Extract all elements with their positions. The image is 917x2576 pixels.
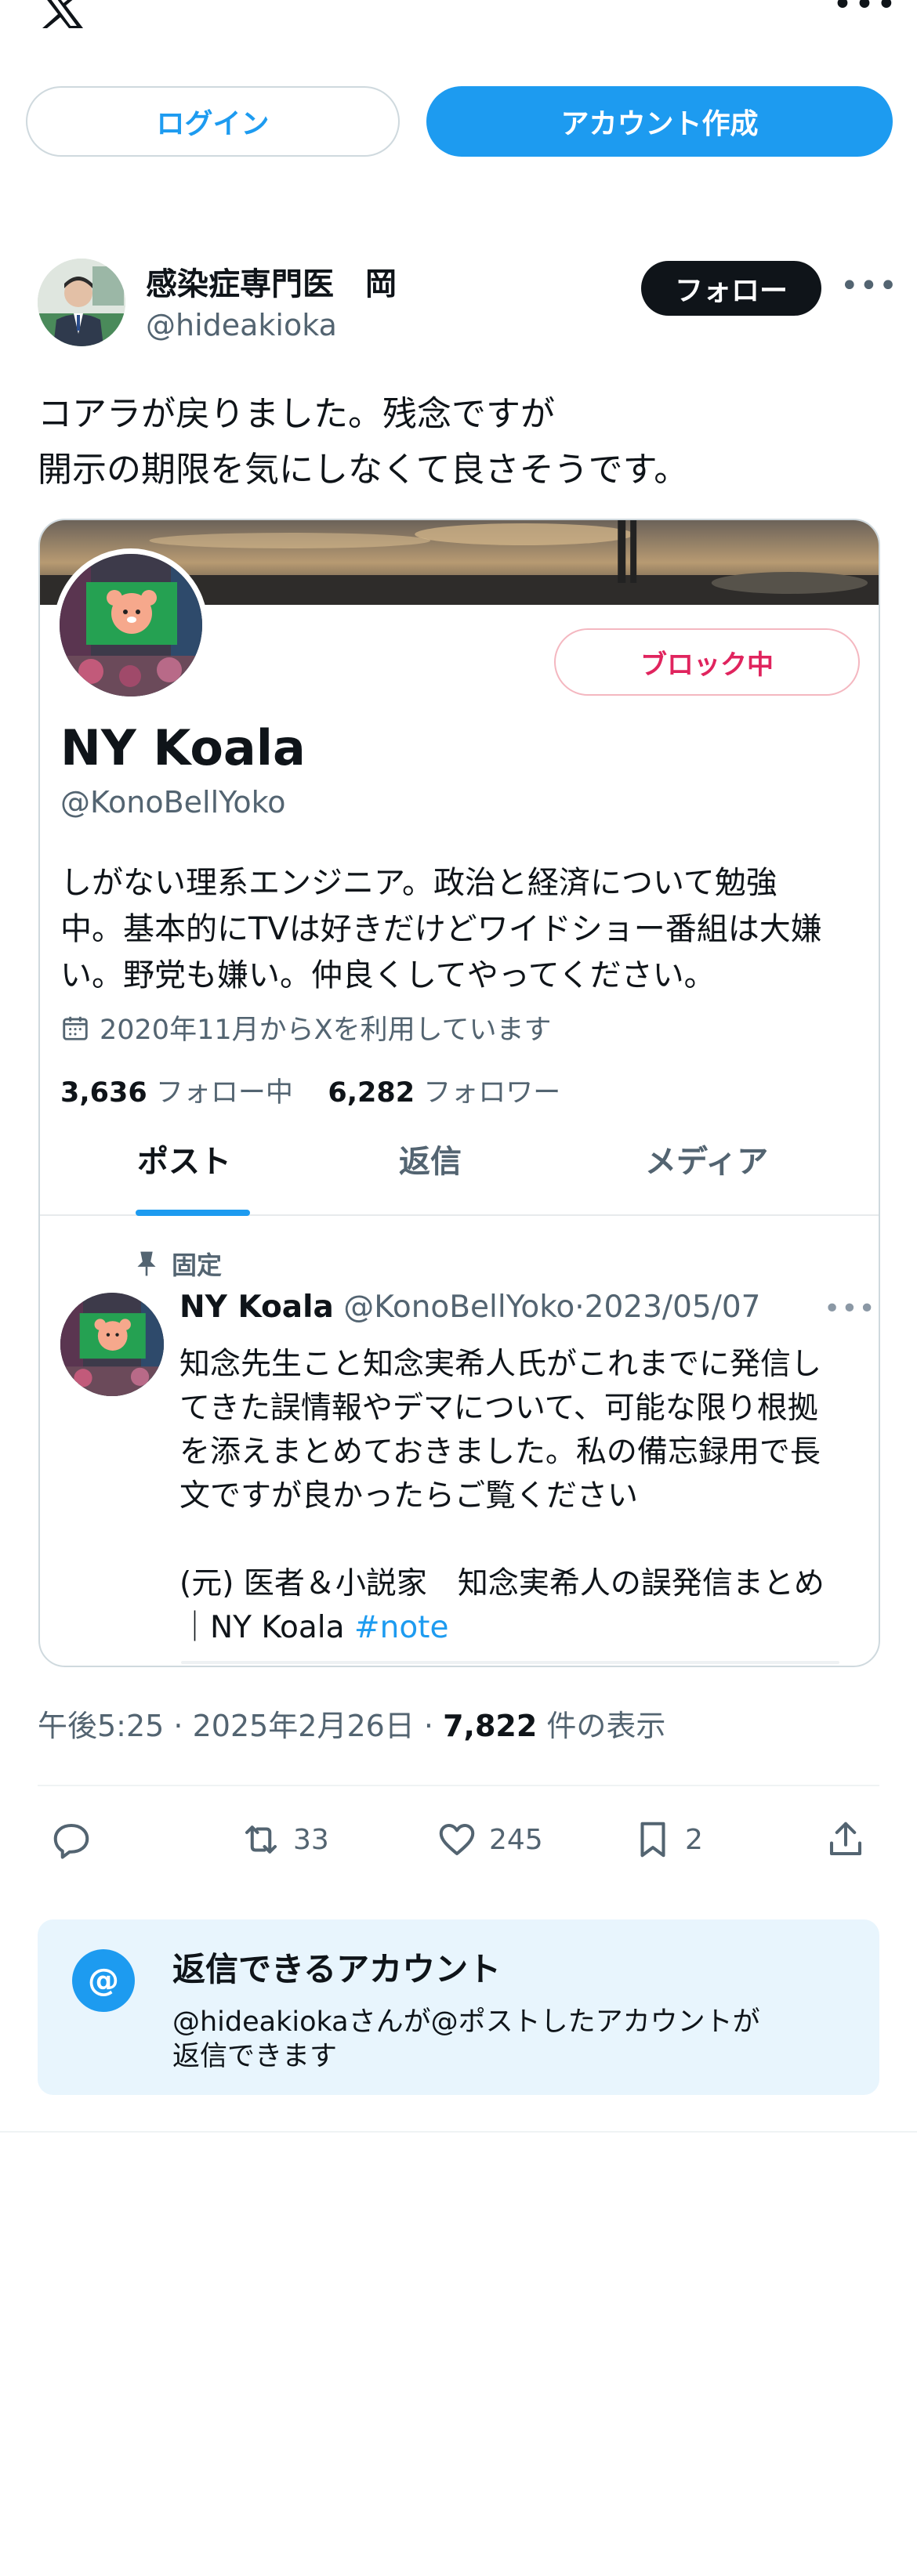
tweet-date[interactable]: 2025年2月26日 xyxy=(193,1709,415,1743)
joined-text: 2020年11月からXを利用しています xyxy=(100,1015,552,1046)
reply-restriction-title: 返信できるアカウント xyxy=(172,1950,502,1988)
reply-restriction-notice: @ 返信できるアカウント @hideakiokaさんが@ポストしたアカウントが … xyxy=(38,1919,879,2095)
divider xyxy=(0,2131,917,2133)
author-avatar[interactable] xyxy=(38,259,125,346)
reply-icon xyxy=(53,1823,89,1859)
blocked-button[interactable]: ブロック中 xyxy=(554,628,860,696)
post-header: NY Koala @KonoBellYoko·2023/05/07 xyxy=(179,1290,761,1325)
active-tab-indicator xyxy=(136,1210,250,1216)
followers-link[interactable]: 6,282 フォロワー xyxy=(328,1077,560,1109)
profile-bio-line: い。野党も嫌い。仲良くしてやってください。 xyxy=(60,957,716,993)
koala-avatar[interactable] xyxy=(54,548,208,702)
tweet-text-line: コアラが戻りました。残念ですが xyxy=(38,394,555,434)
post-text-line: てきた誤情報やデマについて、可能な限り根拠 xyxy=(179,1391,818,1426)
retweet-icon xyxy=(245,1825,277,1854)
following-link[interactable]: 3,636 フォロー中 xyxy=(60,1077,293,1109)
heart-icon xyxy=(439,1823,475,1856)
post-text-line: (元) 医者＆小説家 知念実希人の誤発信まとめ xyxy=(179,1566,825,1601)
like-button[interactable]: 245 xyxy=(436,1816,543,1863)
author-handle[interactable]: @hideakioka xyxy=(146,308,337,342)
post-text-line: ｜NY Koala #note xyxy=(179,1610,449,1645)
follow-stats: 3,636 フォロー中 6,282 フォロワー xyxy=(60,1070,560,1110)
author-name[interactable]: 感染症専門医 岡 xyxy=(146,259,397,304)
follow-button[interactable]: フォロー xyxy=(641,261,821,316)
tab-media[interactable]: メディア xyxy=(645,1136,768,1181)
tweet-time[interactable]: 午後5:25 xyxy=(38,1709,164,1743)
post-text-line: を添えまとめておきました。私の備忘録用で長 xyxy=(179,1435,821,1470)
tweet-meta: 午後5:25 · 2025年2月26日 · 7,822 件の表示 xyxy=(38,1709,666,1743)
login-button[interactable]: ログイン xyxy=(26,86,400,157)
profile-name[interactable]: NY Koala xyxy=(60,719,306,776)
bookmark-icon xyxy=(640,1822,665,1858)
tab-replies[interactable]: 返信 xyxy=(399,1136,462,1181)
link-card-edge xyxy=(181,1661,839,1664)
profile-bio-line: しがない理系エンジニア。政治と経済について勉強 xyxy=(60,865,777,901)
profile-handle[interactable]: @KonoBellYoko xyxy=(60,785,286,819)
divider xyxy=(38,1785,879,1786)
tab-posts[interactable]: ポスト xyxy=(137,1136,231,1181)
tweet-text-line: 開示の期限を気にしなくて良さそうです。 xyxy=(38,450,689,490)
x-logo-icon[interactable] xyxy=(38,0,88,28)
post-avatar[interactable] xyxy=(60,1293,164,1396)
post-text-line: 文ですが良かったらご覧ください xyxy=(179,1478,639,1514)
post-date[interactable]: 2023/05/07 xyxy=(585,1290,761,1325)
bookmark-button[interactable]: 2 xyxy=(632,1816,703,1863)
embedded-profile-card[interactable]: ブロック中 NY Koala @KonoBellYoko しがない理系エンジニア… xyxy=(38,519,880,1667)
signup-button[interactable]: アカウント作成 xyxy=(426,86,893,157)
at-mention-icon: @ xyxy=(72,1949,135,2012)
post-text-line: 知念先生こと知念実希人氏がこれまでに発信し xyxy=(179,1347,822,1382)
more-options-icon[interactable]: ••• xyxy=(840,268,898,304)
retweet-count: 33 xyxy=(293,1823,329,1856)
more-menu-icon[interactable]: ••• xyxy=(832,0,897,22)
share-icon xyxy=(829,1822,862,1856)
reply-restriction-text: 返信できます xyxy=(172,2041,338,2072)
like-count: 245 xyxy=(489,1823,543,1856)
pin-icon xyxy=(137,1251,156,1276)
pinned-label: 固定 xyxy=(134,1246,222,1282)
post-more-icon[interactable]: ••• xyxy=(824,1293,876,1325)
post-author-handle[interactable]: @KonoBellYoko xyxy=(343,1290,574,1325)
bookmark-count: 2 xyxy=(685,1823,703,1856)
retweet-button[interactable]: 33 xyxy=(240,1816,329,1863)
joined-date: 2020年11月からXを利用しています xyxy=(60,1008,552,1047)
profile-tabs: ポスト 返信 メディア xyxy=(40,1128,879,1216)
calendar-icon xyxy=(63,1016,88,1040)
post-author-name[interactable]: NY Koala xyxy=(179,1290,334,1325)
share-button[interactable] xyxy=(825,1816,867,1863)
hashtag-link[interactable]: #note xyxy=(354,1610,449,1645)
profile-bio-line: 中。基本的にTVは好きだけどワイドショー番組は大嫌 xyxy=(60,911,822,947)
view-count: 7,822 xyxy=(443,1709,538,1743)
reply-button[interactable] xyxy=(50,1816,92,1863)
